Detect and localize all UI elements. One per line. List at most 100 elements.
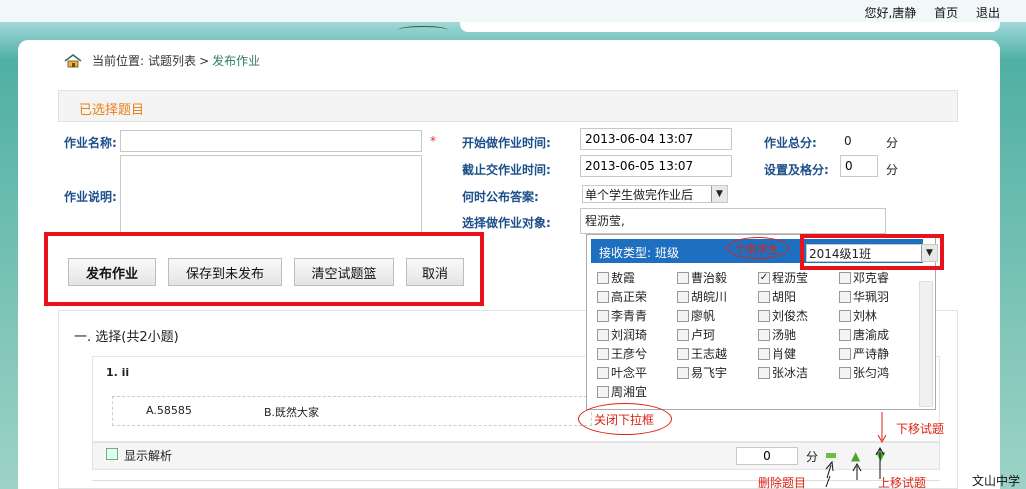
breadcrumb-parent[interactable]: 试题列表 — [148, 52, 196, 69]
required-mark: * — [430, 134, 436, 148]
option-b: B.既然大家 — [264, 406, 320, 419]
checkbox[interactable] — [597, 271, 609, 284]
target-label: 选择做作业对象: — [462, 216, 551, 230]
top-nav: 您好,唐静 首页 退出 — [850, 4, 1000, 21]
dropdown-scrollbar[interactable] — [919, 281, 933, 407]
breadcrumb-separator: > — [199, 53, 210, 68]
checkbox[interactable] — [839, 366, 851, 379]
student-item[interactable]: 唐渝成 — [839, 326, 889, 343]
student-item[interactable]: 李青青 — [597, 307, 647, 324]
checkbox[interactable] — [597, 347, 609, 360]
checkbox[interactable] — [597, 385, 609, 398]
chevron-down-icon[interactable]: ▼ — [921, 245, 937, 261]
class-select[interactable]: 2014级1班 ▼ — [806, 244, 938, 262]
homework-name-input[interactable] — [120, 130, 422, 152]
home-icon[interactable] — [64, 53, 82, 68]
clear-basket-button[interactable]: 清空试题篮 — [294, 258, 394, 286]
checkbox[interactable] — [839, 309, 851, 322]
checkbox[interactable] — [597, 366, 609, 379]
student-item[interactable]: 敖霞 — [597, 269, 635, 286]
pass-score-unit: 分 — [886, 163, 899, 177]
publish-button[interactable]: 发布作业 — [68, 258, 156, 286]
checkbox[interactable] — [677, 328, 689, 341]
checkbox[interactable] — [758, 309, 770, 322]
home-link[interactable]: 首页 — [934, 6, 958, 20]
student-item[interactable]: 周湘宜 — [597, 383, 647, 400]
student-item[interactable]: 严诗静 — [839, 345, 889, 362]
checkbox[interactable] — [677, 271, 689, 284]
checkbox[interactable] — [597, 328, 609, 341]
homework-desc-label: 作业说明: — [64, 190, 117, 204]
checkbox[interactable] — [758, 328, 770, 341]
checkbox[interactable] — [677, 366, 689, 379]
student-item[interactable]: 汤驰 — [758, 326, 796, 343]
chevron-down-icon[interactable]: ▼ — [711, 186, 727, 202]
section-title: 已选择题目 — [79, 103, 145, 118]
homework-desc-textarea[interactable] — [120, 155, 422, 235]
receive-type-value[interactable]: 班级 — [655, 244, 679, 261]
checkbox[interactable] — [839, 328, 851, 341]
student-item[interactable]: 卢珂 — [677, 326, 715, 343]
publish-answer-label: 何时公布答案: — [462, 190, 539, 204]
analysis-icon[interactable] — [106, 448, 118, 460]
homework-name-label: 作业名称: — [64, 136, 117, 150]
target-input[interactable]: 程沥莹, — [580, 208, 886, 234]
school-name: 文山中学 — [972, 474, 1021, 488]
total-score-unit: 分 — [886, 136, 899, 150]
cancel-button[interactable]: 取消 — [406, 258, 464, 286]
header-decoration — [398, 26, 448, 34]
show-analysis-link[interactable]: 显示解析 — [124, 447, 172, 464]
student-item[interactable]: 华珮羽 — [839, 288, 889, 305]
student-item[interactable]: 王志越 — [677, 345, 727, 362]
student-item[interactable]: 张匀鸿 — [839, 364, 889, 381]
option-a: A.58585 — [146, 404, 192, 417]
checkbox[interactable] — [597, 309, 609, 322]
student-item[interactable]: 易飞宇 — [677, 364, 727, 381]
breadcrumb-prefix: 当前位置: — [92, 54, 145, 68]
publish-answer-select[interactable]: 单个学生做完作业后 ▼ — [582, 185, 728, 203]
checkbox[interactable] — [677, 347, 689, 360]
student-item[interactable]: 邓克睿 — [839, 269, 889, 286]
end-time-input[interactable] — [580, 155, 732, 177]
student-item[interactable]: 曹治毅 — [677, 269, 727, 286]
student-item[interactable]: 王彦兮 — [597, 345, 647, 362]
close-dropdown-link[interactable]: 关闭下拉框 — [594, 411, 654, 428]
selected-questions-header: 已选择题目 — [58, 90, 958, 122]
student-item[interactable]: 刘润琦 — [597, 326, 647, 343]
save-unpublished-button[interactable]: 保存到未发布 — [168, 258, 282, 286]
checkbox[interactable] — [758, 347, 770, 360]
checkbox[interactable] — [839, 290, 851, 303]
student-item[interactable]: 高正荣 — [597, 288, 647, 305]
checkbox-checked[interactable]: ✓ — [758, 271, 770, 284]
student-item[interactable]: 胡皖川 — [677, 288, 727, 305]
total-score-label: 作业总分: — [764, 136, 817, 150]
checkbox[interactable] — [677, 309, 689, 322]
breadcrumb-current: 发布作业 — [212, 54, 261, 68]
receive-type-label: 接收类型: — [599, 246, 652, 260]
checkbox[interactable] — [758, 366, 770, 379]
breadcrumb: 当前位置: 试题列表 > 发布作业 — [64, 52, 260, 69]
student-item[interactable]: 刘俊杰 — [758, 307, 808, 324]
checkbox[interactable] — [839, 271, 851, 284]
student-item[interactable]: 刘林 — [839, 307, 877, 324]
start-time-input[interactable] — [580, 128, 732, 150]
student-item[interactable]: 张冰洁 — [758, 364, 808, 381]
student-item[interactable]: 肖健 — [758, 345, 796, 362]
question-score-input[interactable] — [736, 447, 798, 465]
checkbox[interactable] — [677, 290, 689, 303]
question-number: 1. ii — [106, 366, 130, 379]
student-item[interactable]: 廖帆 — [677, 307, 715, 324]
pass-score-input[interactable] — [840, 155, 878, 177]
student-item[interactable]: ✓ 程沥莹 — [758, 269, 808, 286]
greeting-text: 您好,唐静 — [864, 6, 917, 20]
question-section-title: 一. 选择(共2小题) — [74, 330, 179, 345]
student-item[interactable]: 胡阳 — [758, 288, 796, 305]
checkbox[interactable] — [758, 290, 770, 303]
student-item[interactable]: 叶念平 — [597, 364, 647, 381]
logout-link[interactable]: 退出 — [976, 6, 1000, 20]
checkbox[interactable] — [597, 290, 609, 303]
start-time-label: 开始做作业时间: — [462, 136, 551, 150]
individual-students-option[interactable]: 个别学生 — [735, 241, 779, 257]
move-down-annotation: 下移试题 — [896, 422, 945, 436]
checkbox[interactable] — [839, 347, 851, 360]
